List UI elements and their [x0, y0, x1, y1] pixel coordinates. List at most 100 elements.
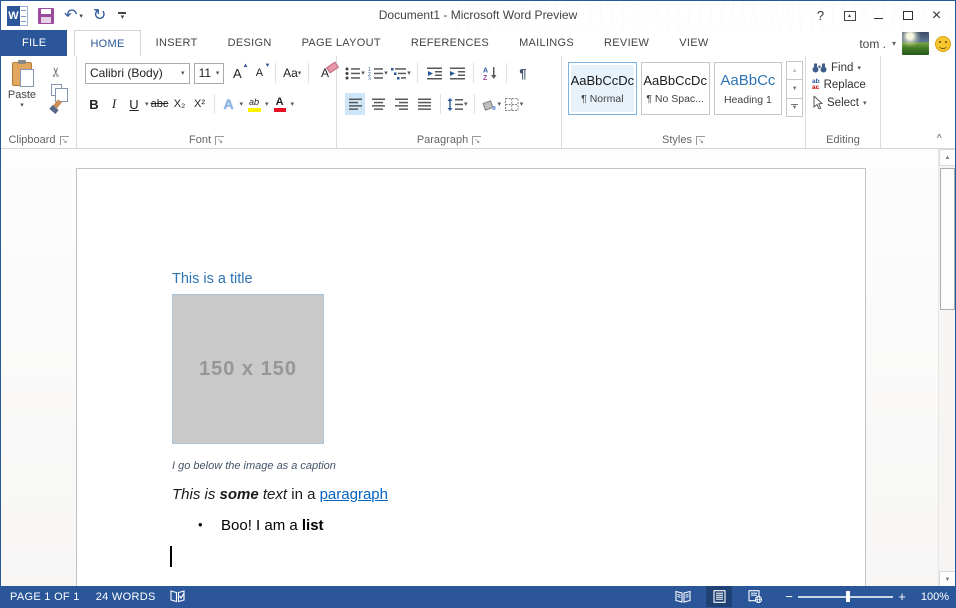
tab-home[interactable]: HOME — [74, 30, 140, 56]
align-center-button[interactable] — [368, 93, 388, 115]
ribbon-display-options-button[interactable]: ▴ — [835, 1, 864, 30]
vertical-scrollbar[interactable]: ▲ ▼ — [938, 149, 955, 588]
cut-icon[interactable]: ✂ — [48, 67, 64, 78]
subscript-button[interactable]: X₂ — [171, 94, 189, 114]
align-right-button[interactable] — [391, 93, 411, 115]
tab-design[interactable]: DESIGN — [213, 30, 287, 56]
help-button[interactable]: ? — [806, 1, 835, 30]
print-layout-button[interactable] — [706, 586, 732, 607]
tab-view[interactable]: VIEW — [664, 30, 723, 56]
styles-scroll-up-icon[interactable]: ▲ — [786, 61, 803, 80]
doc-image-placeholder[interactable]: 150 x 150 — [172, 294, 324, 444]
underline-button[interactable]: U — [125, 94, 143, 114]
paste-dropdown-icon[interactable]: ▾ — [20, 101, 24, 109]
italic-button[interactable]: I — [105, 94, 123, 114]
style-normal[interactable]: AaBbCcDc ¶ Normal — [568, 62, 637, 115]
tab-review[interactable]: REVIEW — [589, 30, 664, 56]
styles-gallery-more-button[interactable]: ▼ — [786, 98, 803, 117]
justify-button[interactable] — [414, 93, 434, 115]
document-page[interactable]: This is a title 150 x 150 I go below the… — [76, 168, 866, 588]
doc-caption[interactable]: I go below the image as a caption — [172, 460, 336, 472]
align-left-button[interactable] — [345, 93, 365, 115]
styles-scroll-down-icon[interactable]: ▼ — [786, 79, 803, 98]
copy-icon[interactable] — [51, 84, 62, 96]
grow-font-button[interactable]: A — [228, 63, 246, 83]
group-font: Calibri (Body) ▾ 11 ▾ A A Aa ▾ A B — [77, 56, 337, 148]
bold-button[interactable]: B — [85, 94, 103, 114]
superscript-button[interactable]: X² — [191, 94, 209, 114]
account-area[interactable]: tom . ▾ — [859, 31, 951, 56]
doc-hyperlink[interactable]: paragraph — [320, 486, 388, 503]
word-count[interactable]: 24 WORDS — [96, 591, 156, 603]
find-button[interactable]: Find ▾ — [812, 62, 878, 74]
maximize-button[interactable] — [893, 1, 922, 30]
doc-heading[interactable]: This is a title — [172, 271, 253, 287]
minimize-button[interactable] — [864, 1, 893, 30]
dialog-launcher-icon[interactable]: ↘ — [60, 136, 69, 145]
increase-indent-button[interactable] — [447, 62, 467, 84]
numbering-icon: 123 — [368, 67, 383, 80]
chevron-down-icon: ▾ — [181, 69, 185, 77]
paragraph-group-label: Paragraph ↘ — [337, 134, 561, 146]
collapse-ribbon-icon[interactable]: ∧ — [936, 133, 943, 141]
tab-insert[interactable]: INSERT — [141, 30, 213, 56]
editing-group-label: Editing — [806, 134, 880, 146]
change-case-button[interactable]: Aa ▾ — [283, 63, 301, 83]
list-bullet: • — [198, 517, 221, 534]
dialog-launcher-icon[interactable]: ↘ — [696, 136, 705, 145]
document-area: This is a title 150 x 150 I go below the… — [1, 149, 955, 588]
window-controls: ? ▴ × — [806, 1, 951, 30]
paste-button[interactable]: Paste ▾ — [3, 60, 41, 132]
scroll-up-icon[interactable]: ▲ — [939, 149, 955, 166]
zoom-slider[interactable] — [798, 586, 893, 607]
proofing-errors-button[interactable] — [170, 590, 185, 603]
font-family-select[interactable]: Calibri (Body) ▾ — [85, 63, 190, 84]
tab-mailings[interactable]: MAILINGS — [504, 30, 589, 56]
tab-page-layout[interactable]: PAGE LAYOUT — [287, 30, 396, 56]
clear-formatting-button[interactable]: A — [316, 63, 334, 83]
numbering-button[interactable]: 123 ▾ — [368, 62, 388, 84]
web-layout-button[interactable] — [742, 586, 768, 607]
font-color-button[interactable]: A — [271, 94, 289, 114]
replace-button[interactable]: abac Replace — [812, 79, 878, 91]
underline-dropdown-icon[interactable]: ▾ — [145, 100, 149, 108]
decrease-indent-button[interactable] — [424, 62, 444, 84]
text-effects-button[interactable]: A — [220, 94, 238, 114]
text-highlight-button[interactable]: ab — [245, 94, 263, 114]
zoom-in-button[interactable]: + — [893, 589, 911, 604]
tab-file[interactable]: FILE — [1, 30, 67, 56]
feedback-smiley-icon[interactable] — [935, 36, 951, 52]
doc-paragraph[interactable]: This is some text in a paragraph — [172, 486, 388, 503]
read-mode-button[interactable] — [670, 586, 696, 607]
account-dropdown-icon[interactable]: ▾ — [892, 39, 896, 48]
account-name[interactable]: tom . — [859, 37, 886, 51]
sort-button[interactable]: AZ — [480, 62, 500, 84]
shading-button[interactable]: ▾ — [481, 93, 502, 115]
group-styles: AaBbCcDc ¶ Normal AaBbCcDc ¶ No Spac... … — [562, 56, 806, 148]
avatar[interactable] — [902, 32, 929, 55]
dialog-launcher-icon[interactable]: ↘ — [215, 136, 224, 145]
zoom-level[interactable]: 100% — [911, 591, 949, 603]
multilevel-list-button[interactable]: ▾ — [391, 62, 411, 84]
bullets-button[interactable]: ▾ — [345, 62, 365, 84]
chevron-down-icon: ▾ — [216, 69, 220, 77]
line-spacing-button[interactable]: ▾ — [447, 93, 468, 115]
dialog-launcher-icon[interactable]: ↘ — [472, 136, 481, 145]
zoom-out-button[interactable]: − — [780, 589, 798, 604]
style-no-spacing[interactable]: AaBbCcDc ¶ No Spac... — [641, 62, 710, 115]
select-button[interactable]: Select ▾ — [812, 96, 878, 109]
page-count[interactable]: PAGE 1 OF 1 — [10, 591, 80, 603]
doc-list-item[interactable]: • Boo! I am a list — [198, 517, 324, 534]
tab-references[interactable]: REFERENCES — [396, 30, 504, 56]
shrink-font-button[interactable]: A — [250, 63, 268, 83]
close-button[interactable]: × — [922, 1, 951, 30]
show-hide-pilcrow-icon[interactable]: ¶ — [513, 62, 533, 84]
scrollbar-thumb[interactable] — [940, 168, 955, 310]
style-heading1[interactable]: AaBbCc Heading 1 — [714, 62, 783, 115]
zoom-slider-handle[interactable] — [846, 591, 850, 602]
borders-button[interactable]: ▾ — [504, 93, 524, 115]
font-size-select[interactable]: 11 ▾ — [194, 63, 225, 84]
format-painter-icon[interactable] — [50, 100, 62, 112]
strikethrough-button[interactable]: abc — [151, 94, 169, 114]
shading-bucket-icon — [481, 98, 497, 111]
